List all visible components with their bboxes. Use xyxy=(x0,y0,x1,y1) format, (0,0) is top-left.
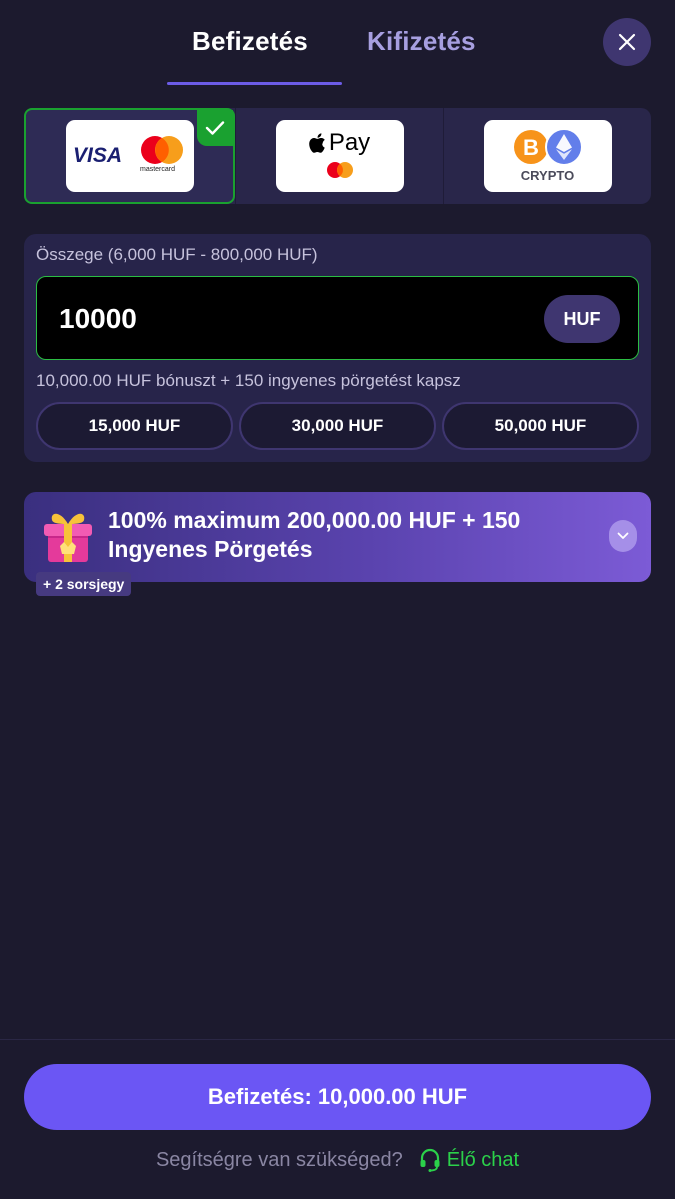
crypto-logo: B CRYPTO xyxy=(483,120,612,192)
check-icon xyxy=(205,121,225,135)
currency-selector[interactable]: HUF xyxy=(544,295,620,343)
amount-field-container: HUF xyxy=(36,276,639,360)
active-tab-indicator xyxy=(167,82,342,85)
crypto-label: CRYPTO xyxy=(520,167,575,183)
visa-logo: VISA xyxy=(72,144,122,167)
chevron-down-icon xyxy=(617,532,629,539)
close-button[interactable] xyxy=(603,18,651,66)
amount-input[interactable] xyxy=(59,299,479,339)
mastercard-logo: mastercard xyxy=(138,135,186,177)
tab-withdraw[interactable]: Kifizetés xyxy=(367,26,476,57)
tab-bar: Befizetés Kifizetés xyxy=(0,0,675,90)
quick-amount-button[interactable]: 30,000 HUF xyxy=(239,402,436,450)
bitcoin-icon: B xyxy=(513,129,548,164)
ticket-badge: + 2 sorsjegy xyxy=(36,572,132,596)
quick-amount-button[interactable]: 50,000 HUF xyxy=(442,402,639,450)
footer-divider xyxy=(0,1039,675,1040)
live-chat-label: Élő chat xyxy=(446,1148,520,1171)
quick-amount-button[interactable]: 15,000 HUF xyxy=(36,402,233,450)
promo-text: 100% maximum 200,000.00 HUF + 150 Ingyen… xyxy=(108,507,521,562)
bonus-info-text: 10,000.00 HUF bónuszt + 150 ingyenes pör… xyxy=(36,371,461,390)
help-row: Segítségre van szükséged? Élő chat xyxy=(0,1146,675,1174)
svg-text:B: B xyxy=(523,135,539,160)
payment-method-selector: VISA mastercard Pay B CRYPTO xyxy=(24,108,651,204)
mastercard-wordmark: mastercard xyxy=(140,166,176,173)
payment-method-card[interactable]: VISA mastercard xyxy=(24,108,235,204)
mastercard-small-icon xyxy=(326,162,353,178)
ethereum-icon xyxy=(544,127,583,166)
deposit-submit-button[interactable]: Befizetés: 10,000.00 HUF xyxy=(24,1064,651,1130)
bonus-promo-banner[interactable]: 100% maximum 200,000.00 HUF + 150 Ingyen… xyxy=(24,492,651,582)
live-chat-link[interactable]: Élő chat xyxy=(419,1148,519,1172)
applepay-logo: Pay xyxy=(275,120,404,192)
expand-promo-button[interactable] xyxy=(609,520,637,552)
card-logo: VISA mastercard xyxy=(65,120,194,192)
selected-check-badge xyxy=(197,110,233,146)
headset-icon xyxy=(420,1148,440,1172)
payment-method-crypto[interactable]: B CRYPTO xyxy=(443,108,651,204)
quick-amount-row: 15,000 HUF 30,000 HUF 50,000 HUF xyxy=(36,402,639,450)
help-text: Segítségre van szükséged? xyxy=(155,1148,403,1171)
payment-method-applepay[interactable]: Pay xyxy=(235,108,443,204)
amount-label: Összege (6,000 HUF - 800,000 HUF) xyxy=(36,245,318,264)
amount-section: Összege (6,000 HUF - 800,000 HUF) HUF 10… xyxy=(24,234,651,462)
gift-icon xyxy=(44,513,92,562)
close-icon xyxy=(618,33,636,51)
tab-deposit[interactable]: Befizetés xyxy=(192,26,308,57)
apple-icon xyxy=(309,133,325,153)
applepay-label: Pay xyxy=(328,129,371,156)
